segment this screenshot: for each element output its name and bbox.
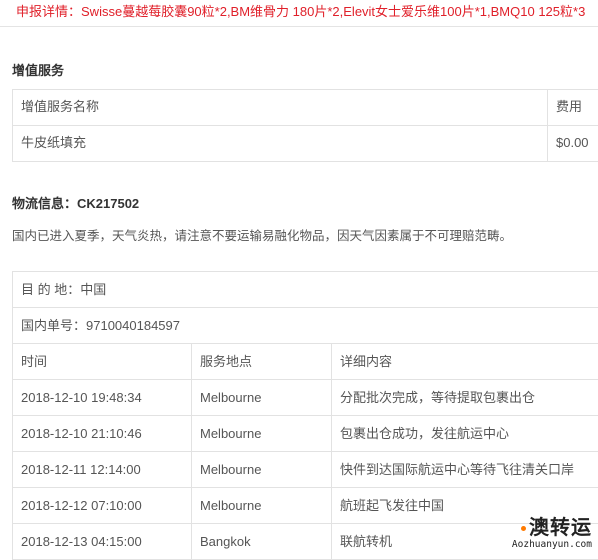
value-added-header-name: 增值服务名称 xyxy=(21,99,100,114)
row-time: 2018-12-11 12:14:00 xyxy=(21,462,141,477)
row-place: Melbourne xyxy=(200,390,262,405)
destination-row: 目 的 地：中国 xyxy=(13,272,598,308)
value-added-table: 增值服务名称 费用 牛皮纸填充 $0.00 xyxy=(12,89,598,162)
header-detail: 详细内容 xyxy=(340,354,393,369)
table-row: 2018-12-11 12:14:00 Melbourne 快件到达国际航运中心… xyxy=(13,452,598,488)
declaration-label: 申报详情： xyxy=(16,4,82,19)
row-time: 2018-12-13 04:15:00 xyxy=(21,534,142,549)
logistics-header-row: 时间 服务地点 详细内容 xyxy=(13,344,598,380)
watermark-logo: 澳转运 xyxy=(472,517,592,539)
table-row: 2018-12-10 21:10:46 Melbourne 包裹出仓成功，发往航… xyxy=(13,416,598,452)
tracking-number: 国内单号：9710040184597 xyxy=(21,318,180,333)
row-detail: 包裹出仓成功，发往航运中心 xyxy=(340,426,510,441)
row-place: Bangkok xyxy=(200,534,251,549)
value-added-header-fee: 费用 xyxy=(556,99,583,114)
row-place: Melbourne xyxy=(200,498,262,513)
row-detail: 航班起飞发往中国 xyxy=(340,498,445,513)
row-place: Melbourne xyxy=(200,426,262,441)
row-detail: 分配批次完成，等待提取包裹出仓 xyxy=(340,390,536,405)
dot-icon xyxy=(521,526,526,532)
row-time: 2018-12-12 07:10:00 xyxy=(21,498,142,513)
row-detail: 联航转机 xyxy=(340,534,393,549)
value-added-header-row: 增值服务名称 费用 xyxy=(13,90,598,126)
header-place: 服务地点 xyxy=(200,354,253,369)
logistics-notice: 国内已进入夏季，天气炎热，请注意不要运输易融化物品，因天气因素属于不可理赔范畴。 xyxy=(12,229,513,243)
logistics-title: 物流信息：CK217502 xyxy=(12,196,140,211)
destination-text: 目 的 地：中国 xyxy=(21,282,107,297)
header-time: 时间 xyxy=(21,354,48,369)
row-time: 2018-12-10 19:48:34 xyxy=(21,390,142,405)
value-added-name: 牛皮纸填充 xyxy=(21,135,87,150)
value-added-fee: $0.00 xyxy=(556,135,589,150)
row-time: 2018-12-10 21:10:46 xyxy=(21,426,142,441)
declaration-value: Swisse蔓越莓胶囊90粒*2,BM维骨力 180片*2,Elevit女士爱乐… xyxy=(81,4,586,19)
watermark: 澳转运 Aozhuanyun.com xyxy=(472,517,592,551)
watermark-url: Aozhuanyun.com xyxy=(511,539,592,550)
row-place: Melbourne xyxy=(200,462,262,477)
row-detail: 快件到达国际航运中心等待飞往清关口岸 xyxy=(340,462,575,477)
value-added-title: 增值服务 xyxy=(12,63,65,78)
value-added-row: 牛皮纸填充 $0.00 xyxy=(13,126,598,162)
declaration-line: 申报详情：Swisse蔓越莓胶囊90粒*2,BM维骨力 180片*2,Elevi… xyxy=(0,0,598,27)
table-row: 2018-12-10 19:48:34 Melbourne 分配批次完成，等待提… xyxy=(13,380,598,416)
tracking-row: 国内单号：9710040184597 xyxy=(13,308,598,344)
